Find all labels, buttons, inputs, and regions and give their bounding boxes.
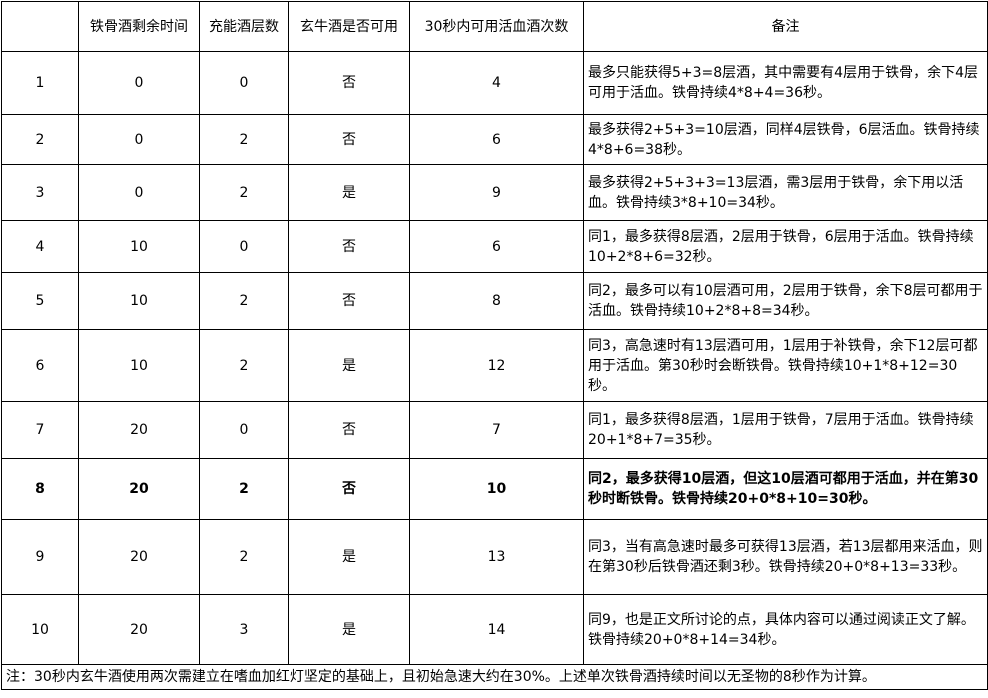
cell-index: 9 [1, 519, 79, 595]
cell-black-ox-available: 否 [288, 401, 410, 459]
table-row: 5 10 2 否 8 同2，最多可以有10层酒可用，2层用于铁骨，余下8层可都用… [1, 272, 988, 330]
cell-charged-stacks: 2 [199, 458, 289, 520]
cell-charged-stacks: 2 [199, 114, 289, 165]
cell-charged-stacks: 2 [199, 272, 289, 330]
cell-index: 8 [1, 458, 79, 520]
cell-index: 1 [1, 51, 79, 115]
cell-black-ox-available: 否 [288, 458, 410, 520]
cell-index: 2 [1, 114, 79, 165]
cell-ironskin-remaining: 0 [78, 51, 200, 115]
cell-charged-stacks: 0 [199, 51, 289, 115]
cell-charged-stacks: 2 [199, 164, 289, 221]
cell-ironskin-remaining: 20 [78, 519, 200, 595]
cell-black-ox-available: 否 [288, 272, 410, 330]
cell-note: 同9，也是正文所讨论的点，具体内容可以通过阅读正文了解。铁骨持续20+0*8+1… [583, 594, 988, 665]
table-row: 8 20 2 否 10 同2，最多获得10层酒，但这10层酒可都用于活血，并在第… [1, 458, 988, 520]
cell-note: 同3，当有高急速时最多可获得13层酒，若13层都用来活血，则在第30秒后铁骨酒还… [583, 519, 988, 595]
cell-note: 同3，高急速时有13层酒可用，1层用于补铁骨，余下12层可都用于活血。第30秒时… [583, 329, 988, 402]
header-index [1, 1, 79, 52]
cell-black-ox-available: 是 [288, 519, 410, 595]
cell-ironskin-remaining: 10 [78, 220, 200, 273]
cell-purifying-count: 13 [409, 519, 584, 595]
cell-index: 5 [1, 272, 79, 330]
header-black-ox-available: 玄牛酒是否可用 [288, 1, 410, 52]
cell-purifying-count: 9 [409, 164, 584, 221]
cell-black-ox-available: 否 [288, 220, 410, 273]
cell-ironskin-remaining: 20 [78, 401, 200, 459]
brewmaster-table: 铁骨酒剩余时间 充能酒层数 玄牛酒是否可用 30秒内可用活血酒次数 备注 1 0… [1, 1, 988, 690]
footer-row: 注：30秒内玄牛酒使用两次需建立在嗜血加红灯坚定的基础上，且初始急速大约在30%… [1, 664, 988, 690]
cell-note: 同1，最多获得8层酒，2层用于铁骨，6层用于活血。铁骨持续10+2*8+6=32… [583, 220, 988, 273]
header-charged-stacks: 充能酒层数 [199, 1, 289, 52]
cell-black-ox-available: 是 [288, 164, 410, 221]
header-ironskin-remaining: 铁骨酒剩余时间 [78, 1, 200, 52]
cell-ironskin-remaining: 10 [78, 329, 200, 402]
cell-note: 同2，最多可以有10层酒可用，2层用于铁骨，余下8层可都用于活血。铁骨持续10+… [583, 272, 988, 330]
footer-note: 注：30秒内玄牛酒使用两次需建立在嗜血加红灯坚定的基础上，且初始急速大约在30%… [1, 664, 988, 690]
cell-charged-stacks: 0 [199, 220, 289, 273]
cell-purifying-count: 6 [409, 220, 584, 273]
table-row: 4 10 0 否 6 同1，最多获得8层酒，2层用于铁骨，6层用于活血。铁骨持续… [1, 220, 988, 273]
cell-note: 最多获得2+5+3=10层酒，同样4层铁骨，6层活血。铁骨持续4*8+6=38秒… [583, 114, 988, 165]
cell-ironskin-remaining: 10 [78, 272, 200, 330]
header-row: 铁骨酒剩余时间 充能酒层数 玄牛酒是否可用 30秒内可用活血酒次数 备注 [1, 1, 988, 52]
table-row: 1 0 0 否 4 最多只能获得5+3=8层酒，其中需要有4层用于铁骨，余下4层… [1, 51, 988, 115]
cell-purifying-count: 14 [409, 594, 584, 665]
cell-purifying-count: 6 [409, 114, 584, 165]
cell-purifying-count: 7 [409, 401, 584, 459]
cell-ironskin-remaining: 0 [78, 164, 200, 221]
cell-purifying-count: 8 [409, 272, 584, 330]
cell-index: 7 [1, 401, 79, 459]
table-row: 9 20 2 是 13 同3，当有高急速时最多可获得13层酒，若13层都用来活血… [1, 519, 988, 595]
cell-black-ox-available: 否 [288, 114, 410, 165]
table-row: 7 20 0 否 7 同1，最多获得8层酒，1层用于铁骨，7层用于活血。铁骨持续… [1, 401, 988, 459]
table-row: 6 10 2 是 12 同3，高急速时有13层酒可用，1层用于补铁骨，余下12层… [1, 329, 988, 402]
cell-black-ox-available: 否 [288, 51, 410, 115]
cell-note: 同2，最多获得10层酒，但这10层酒可都用于活血，并在第30秒时断铁骨。铁骨持续… [583, 458, 988, 520]
cell-charged-stacks: 3 [199, 594, 289, 665]
header-purifying-count: 30秒内可用活血酒次数 [409, 1, 584, 52]
cell-note: 最多只能获得5+3=8层酒，其中需要有4层用于铁骨，余下4层可用于活血。铁骨持续… [583, 51, 988, 115]
table-row: 3 0 2 是 9 最多获得2+5+3+3=13层酒，需3层用于铁骨，余下用以活… [1, 164, 988, 221]
cell-index: 10 [1, 594, 79, 665]
cell-note: 最多获得2+5+3+3=13层酒，需3层用于铁骨，余下用以活血。铁骨持续3*8+… [583, 164, 988, 221]
cell-index: 3 [1, 164, 79, 221]
cell-ironskin-remaining: 20 [78, 594, 200, 665]
cell-note: 同1，最多获得8层酒，1层用于铁骨，7层用于活血。铁骨持续20+1*8+7=35… [583, 401, 988, 459]
cell-purifying-count: 10 [409, 458, 584, 520]
cell-index: 4 [1, 220, 79, 273]
cell-purifying-count: 12 [409, 329, 584, 402]
cell-index: 6 [1, 329, 79, 402]
cell-purifying-count: 4 [409, 51, 584, 115]
header-notes: 备注 [583, 1, 988, 52]
cell-black-ox-available: 是 [288, 594, 410, 665]
table-row: 2 0 2 否 6 最多获得2+5+3=10层酒，同样4层铁骨，6层活血。铁骨持… [1, 114, 988, 165]
table-row: 10 20 3 是 14 同9，也是正文所讨论的点，具体内容可以通过阅读正文了解… [1, 594, 988, 665]
cell-black-ox-available: 是 [288, 329, 410, 402]
cell-ironskin-remaining: 20 [78, 458, 200, 520]
cell-charged-stacks: 2 [199, 329, 289, 402]
cell-charged-stacks: 2 [199, 519, 289, 595]
cell-charged-stacks: 0 [199, 401, 289, 459]
cell-ironskin-remaining: 0 [78, 114, 200, 165]
